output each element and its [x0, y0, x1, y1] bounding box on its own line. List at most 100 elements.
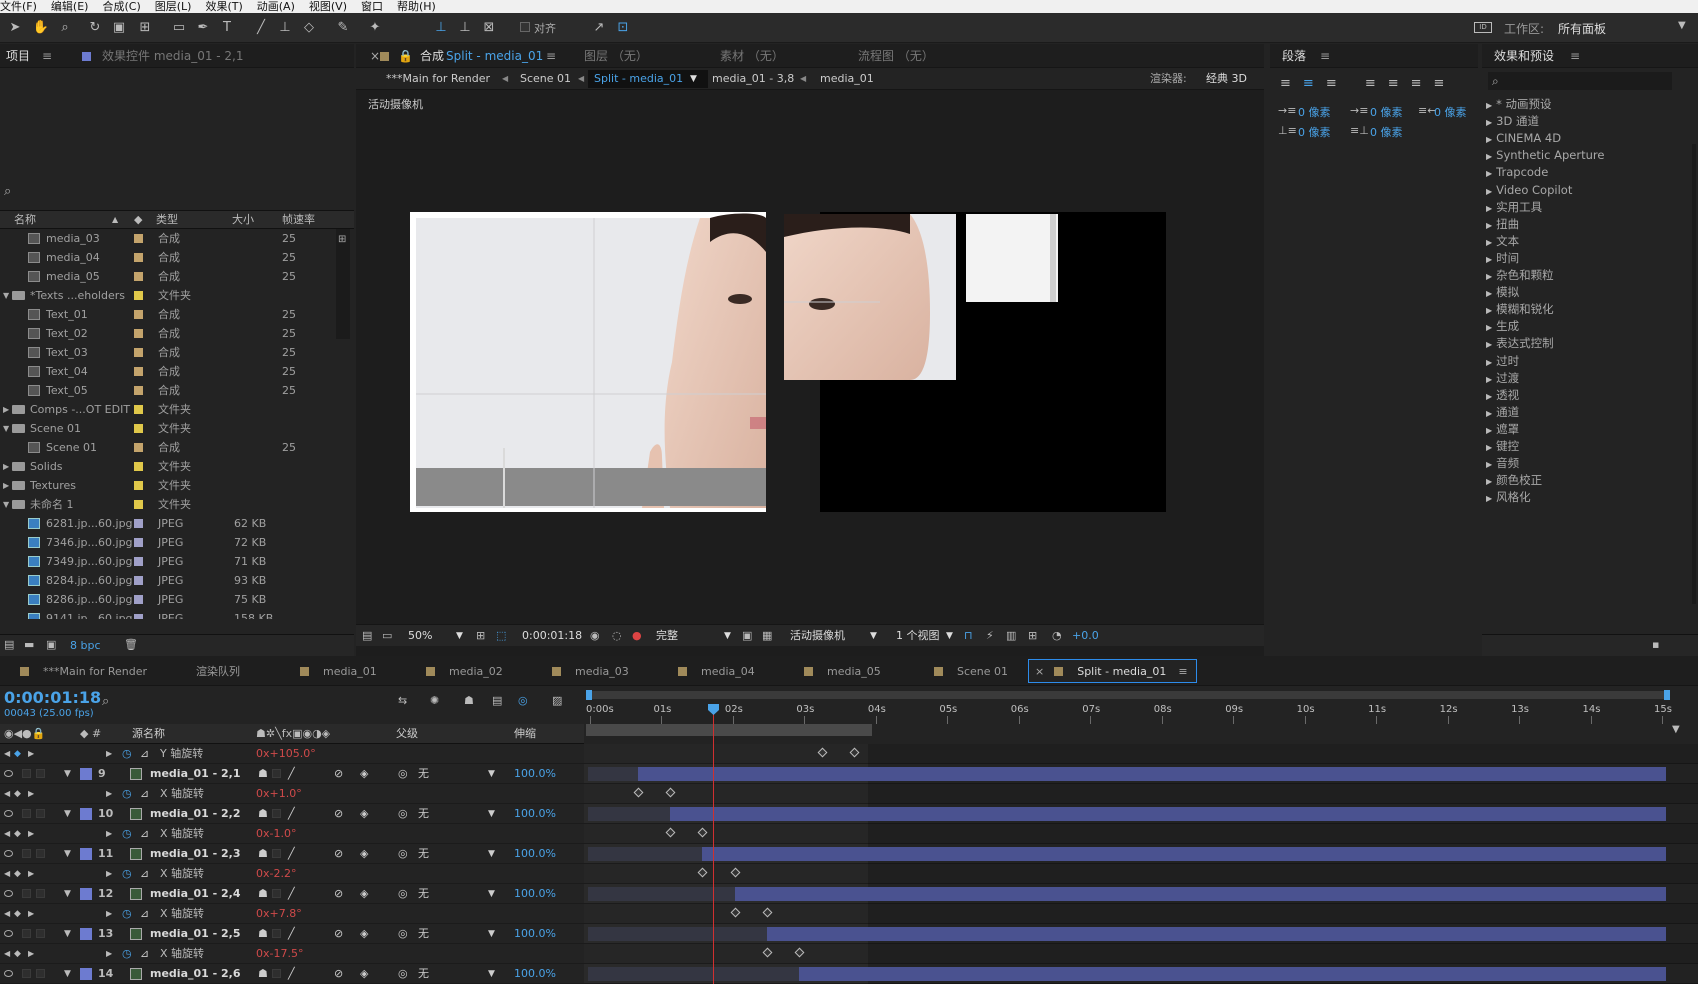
expand-down-icon[interactable]: ▼ [64, 844, 71, 864]
project-item[interactable]: media_04 合成 25 [0, 248, 352, 267]
view-layout-select[interactable]: 1 个视图 [896, 625, 940, 647]
col-parent[interactable]: 父级 [396, 724, 418, 744]
indent-left-value[interactable]: 0 像素 [1298, 104, 1331, 120]
prev-keyframe-icon[interactable]: ◀ [4, 824, 10, 844]
timeline-timecode[interactable]: 0:00:01:18 [4, 688, 101, 707]
expand-right-icon[interactable]: ▶ [1486, 118, 1492, 127]
expand-right-icon[interactable]: ▶ [1486, 392, 1492, 401]
menu-item[interactable]: 图层(L) [155, 0, 192, 13]
graph-icon[interactable]: ⊿ [140, 744, 149, 764]
parent-pickwhip-icon[interactable]: ◎ [398, 884, 408, 904]
eye-icon[interactable] [4, 810, 13, 817]
col-size[interactable]: 大小 [232, 211, 254, 229]
expand-right-icon[interactable]: ▶ [106, 744, 112, 764]
project-item[interactable]: Text_02 合成 25 [0, 324, 352, 343]
zoom-navigator[interactable] [588, 691, 1670, 699]
add-keyframe-icon[interactable]: ◆ [14, 784, 21, 804]
expand-right-icon[interactable]: ▶ [1486, 443, 1492, 452]
tab-effect-controls[interactable]: 效果控件 media_01 - 2,1 [96, 44, 250, 67]
prev-keyframe-icon[interactable]: ◀ [4, 784, 10, 804]
label-color-chip[interactable] [134, 348, 143, 357]
expand-right-icon[interactable]: ▶ [1486, 238, 1492, 247]
timeline-icon[interactable]: ▥ [1006, 625, 1016, 647]
effects-category-item[interactable]: ▶ 扭曲 [1486, 216, 1519, 233]
project-item[interactable]: media_05 合成 25 [0, 267, 352, 286]
eraser-tool-icon[interactable]: ◇ [300, 19, 318, 37]
effects-category-item[interactable]: ▶ * 动画预设 [1486, 96, 1552, 113]
shy-switch-icon[interactable]: ☗ [258, 804, 268, 824]
shy-switch-icon[interactable]: ☗ [258, 844, 268, 864]
label-color-chip[interactable] [134, 443, 143, 452]
timeline-search-icon[interactable]: ⌕ [102, 694, 109, 709]
expand-right-icon[interactable]: ▶ [1486, 204, 1492, 213]
menu-item[interactable]: 效果(T) [205, 0, 242, 13]
expand-down-icon[interactable]: ▼ [64, 884, 71, 904]
solo-toggle[interactable] [22, 849, 31, 858]
next-keyframe-icon[interactable]: ▶ [28, 944, 34, 964]
layer-duration-bar[interactable] [799, 967, 1666, 981]
breadcrumb-media[interactable]: media_01 [820, 68, 874, 90]
shy-switch-icon[interactable]: ☗ [258, 924, 268, 944]
snap-options-icon[interactable]: ⊡ [614, 19, 632, 37]
expand-down-icon[interactable]: ▼ [64, 764, 71, 784]
effects-category-item[interactable]: ▶ 杂色和颗粒 [1486, 267, 1554, 284]
timeline-tab[interactable]: ***Main for Render [20, 660, 147, 684]
project-item[interactable]: Text_04 合成 25 [0, 362, 352, 381]
effects-search-input[interactable]: ⌕ [1488, 72, 1672, 90]
expand-right-icon[interactable]: ▶ [106, 864, 112, 884]
quality-switch-icon[interactable]: ╱ [288, 844, 295, 864]
flowchart-icon[interactable]: ⊞ [338, 234, 346, 245]
parent-select[interactable]: 无 [418, 924, 429, 944]
safe-zones-icon[interactable]: ⊞ [476, 625, 485, 647]
layer-name[interactable]: media_01 - 2,2 [150, 804, 241, 824]
effects-category-item[interactable]: ▶ 模拟 [1486, 284, 1519, 301]
parent-dropdown-icon[interactable]: ▼ [488, 844, 495, 864]
camera-tool-icon[interactable]: ▣ [110, 19, 128, 37]
project-item[interactable]: ▼ Scene 01 文件夹 [0, 419, 352, 438]
collapse-switch[interactable] [272, 929, 281, 938]
timeline-tab[interactable]: × Split - media_01 ≡ [1028, 659, 1197, 683]
navigator-end-handle[interactable] [1664, 690, 1670, 700]
renderer-value[interactable]: 经典 3D [1206, 68, 1247, 90]
label-color-chip[interactable] [80, 848, 92, 860]
tab-footage[interactable]: 素材 （无） [714, 44, 790, 67]
paragraph-menu-icon[interactable]: ≡ [1314, 44, 1336, 67]
lock-toggle[interactable] [36, 769, 45, 778]
parent-dropdown-icon[interactable]: ▼ [488, 804, 495, 824]
project-item[interactable]: 7349.jp...60.jpg JPEG 71 KB [0, 552, 352, 571]
preview-icon[interactable]: ▤ [362, 625, 372, 647]
quality-switch-icon[interactable]: ╱ [288, 964, 295, 984]
resolution-dropdown-icon[interactable]: ▼ [724, 625, 731, 647]
prev-keyframe-icon[interactable]: ◀ [4, 744, 10, 764]
next-keyframe-icon[interactable]: ▶ [28, 824, 34, 844]
timeline-tab[interactable]: 渲染队列 [196, 660, 240, 684]
project-item[interactable]: ▶ Solids 文件夹 [0, 457, 352, 476]
effects-title[interactable]: 效果和预设 [1488, 44, 1560, 67]
effects-scrollbar[interactable] [1692, 144, 1696, 604]
expand-right-icon[interactable]: ▶ [1486, 255, 1492, 264]
effects-category-item[interactable]: ▶ 风格化 [1486, 489, 1531, 506]
effects-category-item[interactable]: ▶ 过渡 [1486, 370, 1519, 387]
label-color-chip[interactable] [134, 253, 143, 262]
toggle-pixel-aspect-icon[interactable]: ⊓ [964, 625, 973, 647]
breadcrumb-media-38[interactable]: media_01 - 3,8 [712, 68, 794, 90]
expand-right-icon[interactable]: ▶ [106, 824, 112, 844]
draft-3d-icon[interactable]: ✺ [430, 694, 439, 707]
label-color-chip[interactable] [80, 888, 92, 900]
zoom-tool-icon[interactable]: ⌕ [56, 19, 74, 37]
exposure-value[interactable]: +0.0 [1072, 625, 1099, 647]
timeline-tab[interactable]: media_02 [426, 660, 503, 684]
layer-duration-bar[interactable] [766, 927, 1666, 941]
label-color-chip[interactable] [134, 329, 143, 338]
timeline-tab[interactable]: media_01 [300, 660, 377, 684]
layer-name[interactable]: media_01 - 2,6 [150, 964, 241, 984]
comp-mini-flowchart-icon[interactable]: ⇆ [398, 694, 407, 707]
label-color-chip[interactable] [134, 481, 143, 490]
graph-icon[interactable]: ⊿ [140, 904, 149, 924]
lock-toggle[interactable] [36, 849, 45, 858]
shy-switch-icon[interactable]: ☗ [258, 884, 268, 904]
channel-icon[interactable]: ● [632, 625, 642, 647]
layer-name[interactable]: media_01 - 2,1 [150, 764, 241, 784]
puppet-tool-icon[interactable]: ✦ [366, 19, 384, 37]
expand-down-icon[interactable]: ▼ [64, 924, 71, 944]
